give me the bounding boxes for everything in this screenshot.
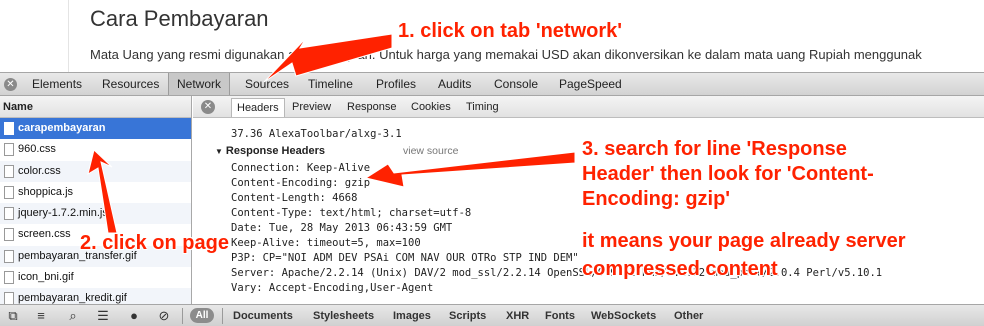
annotation-step1: 1. click on tab 'network' [398,20,623,42]
annotation-step3-line: it means your page already server [582,230,906,252]
annotation-step3-line: 3. search for line 'Response [582,138,847,160]
annotation-step3-line: compressed content [582,258,778,280]
annotation-step2: 2. click on page [80,232,229,254]
arrow-to-response-headers [364,151,576,188]
annotation-step3-line: Header' then look for 'Content- [582,163,874,185]
arrow-to-network-tab [263,33,393,83]
arrow-to-page-row [87,149,118,234]
annotation-step3-line: Encoding: gzip' [582,188,731,210]
